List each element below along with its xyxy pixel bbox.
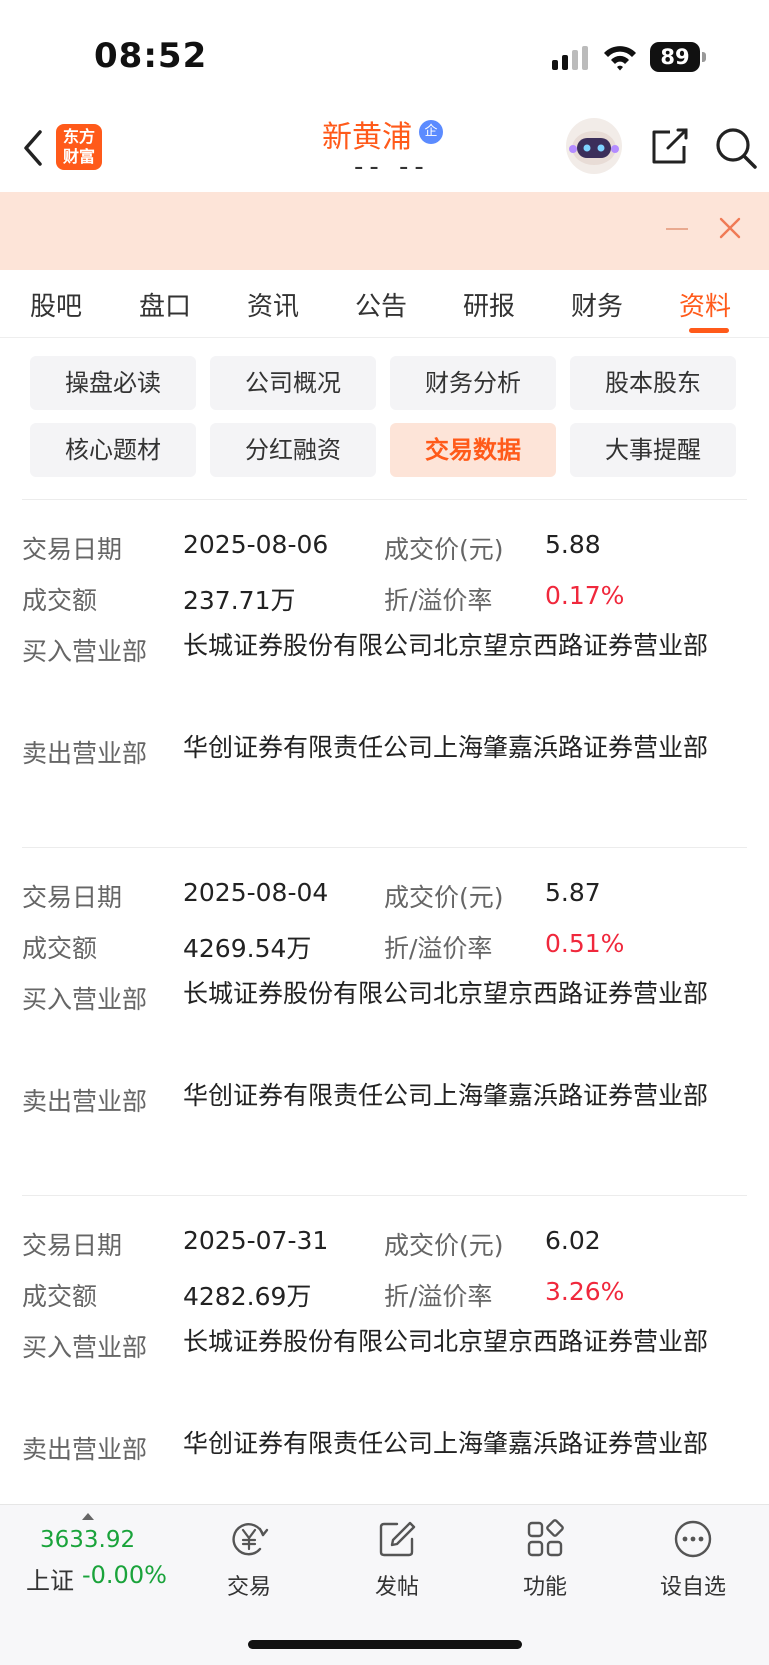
post-label: 发帖 [374, 1575, 419, 1600]
subtab-trading-guide[interactable]: 操盘必读 [30, 356, 196, 410]
main-tabs: 股吧 盘口 资讯 公告 研报 财务 资料 [0, 270, 769, 338]
buyer-branch: 长城证券股份有限公司北京望京西路证券营业部 [183, 979, 709, 1008]
buyer-label: 买入营业部 [22, 985, 148, 1014]
subtab-core-themes[interactable]: 核心题材 [30, 423, 196, 477]
add-watchlist-label: 设自选 [659, 1575, 726, 1600]
promo-banner[interactable] [0, 192, 769, 270]
expand-up-icon[interactable] [82, 1513, 94, 1520]
tab-finance[interactable]: 财务 [571, 286, 623, 323]
seller-branch: 华创证券有限责任公司上海肇嘉浜路证券营业部 [183, 733, 709, 762]
add-watchlist-button[interactable]: 设自选 [643, 1519, 743, 1601]
tab-guba[interactable]: 股吧 [30, 286, 82, 323]
subtab-financial-analysis[interactable]: 财务分析 [390, 356, 556, 410]
tab-news[interactable]: 资讯 [247, 286, 299, 323]
status-bar: 08:52 89 [0, 0, 769, 110]
trade-price: 5.88 [545, 530, 601, 559]
tab-profile[interactable]: 资料 [679, 286, 731, 323]
seller-label: 卖出营业部 [22, 739, 148, 768]
functions-button[interactable]: 功能 [495, 1519, 595, 1601]
divider [22, 499, 747, 500]
wifi-icon [604, 46, 636, 71]
battery-level: 89 [650, 42, 700, 72]
seller-label: 卖出营业部 [22, 1435, 148, 1464]
enterprise-badge: 企 [419, 120, 443, 144]
buyer-label: 买入营业部 [22, 1333, 148, 1362]
trade-price: 5.87 [545, 878, 601, 907]
subtab-shareholders[interactable]: 股本股东 [570, 356, 736, 410]
functions-label: 功能 [522, 1575, 567, 1600]
more-dots-icon [674, 1520, 712, 1558]
seller-branch: 华创证券有限责任公司上海肇嘉浜路证券营业部 [183, 1081, 709, 1110]
search-icon[interactable] [714, 126, 758, 170]
amount-label: 成交额 [22, 1282, 98, 1311]
trade-amount: 237.71万 [183, 586, 296, 615]
tab-announcements[interactable]: 公告 [355, 286, 407, 323]
price-label: 成交价(元) [384, 883, 504, 912]
index-name[interactable]: 上证 [26, 1561, 74, 1596]
share-icon[interactable] [648, 126, 690, 168]
index-value[interactable]: 3633.92 [40, 1527, 135, 1553]
divider [22, 1195, 747, 1196]
logo-line2: 财富 [62, 147, 95, 166]
edit-post-icon [379, 1521, 416, 1557]
buyer-branch: 长城证券股份有限公司北京望京西路证券营业部 [183, 1327, 709, 1356]
trade-amount: 4282.69万 [183, 1282, 312, 1311]
trade-date: 2025-08-04 [183, 878, 329, 907]
cellular-signal-icon [552, 46, 588, 70]
subtab-company-overview[interactable]: 公司概况 [210, 356, 376, 410]
battery-icon: 89 [650, 42, 706, 72]
date-label: 交易日期 [22, 883, 123, 912]
buyer-branch: 长城证券股份有限公司北京望京西路证券营业部 [183, 631, 709, 660]
date-label: 交易日期 [22, 535, 123, 564]
trade-yen-icon [232, 1523, 269, 1556]
buyer-label: 买入营业部 [22, 637, 148, 666]
trade-button[interactable]: 交易 [199, 1519, 299, 1601]
amount-label: 成交额 [22, 586, 98, 615]
status-time: 08:52 [94, 36, 208, 76]
trade-date: 2025-08-06 [183, 530, 329, 559]
trade-label: 交易 [226, 1575, 271, 1600]
premium-label: 折/溢价率 [384, 586, 493, 615]
divider [22, 847, 747, 848]
ai-assistant-robot-icon[interactable] [564, 116, 624, 176]
price-label: 成交价(元) [384, 1231, 504, 1260]
premium-rate: 3.26% [545, 1277, 625, 1306]
subtab-trading-data[interactable]: 交易数据 [390, 423, 556, 477]
tab-pankou[interactable]: 盘口 [139, 286, 191, 323]
amount-label: 成交额 [22, 934, 98, 963]
apps-grid-icon [527, 1519, 564, 1557]
premium-label: 折/溢价率 [384, 934, 493, 963]
index-change[interactable]: -0.00% [82, 1561, 167, 1589]
stock-name: 新黄浦 [322, 120, 412, 155]
post-button[interactable]: 发帖 [347, 1519, 447, 1601]
tab-research[interactable]: 研报 [463, 286, 515, 323]
back-arrow-icon[interactable] [18, 126, 48, 170]
battery-tip [702, 52, 706, 62]
active-tab-indicator [689, 328, 729, 333]
stock-price-placeholder: -- -- [354, 152, 430, 182]
seller-branch: 华创证券有限责任公司上海肇嘉浜路证券营业部 [183, 1429, 709, 1458]
home-indicator[interactable] [248, 1640, 522, 1649]
premium-label: 折/溢价率 [384, 1282, 493, 1311]
subtab-dividends[interactable]: 分红融资 [210, 423, 376, 477]
seller-label: 卖出营业部 [22, 1087, 148, 1116]
premium-rate: 0.51% [545, 929, 625, 958]
premium-rate: 0.17% [545, 581, 625, 610]
stock-header: 东方 财富 新黄浦 企 -- -- [0, 110, 769, 192]
trade-price: 6.02 [545, 1226, 601, 1255]
date-label: 交易日期 [22, 1231, 123, 1260]
close-icon[interactable] [718, 216, 742, 240]
eastmoney-logo[interactable]: 东方 财富 [56, 124, 102, 170]
minimize-icon[interactable] [666, 228, 688, 230]
price-label: 成交价(元) [384, 535, 504, 564]
logo-line1: 东方 [62, 127, 95, 146]
subtab-events[interactable]: 大事提醒 [570, 423, 736, 477]
trade-date: 2025-07-31 [183, 1226, 329, 1255]
trade-amount: 4269.54万 [183, 934, 312, 963]
